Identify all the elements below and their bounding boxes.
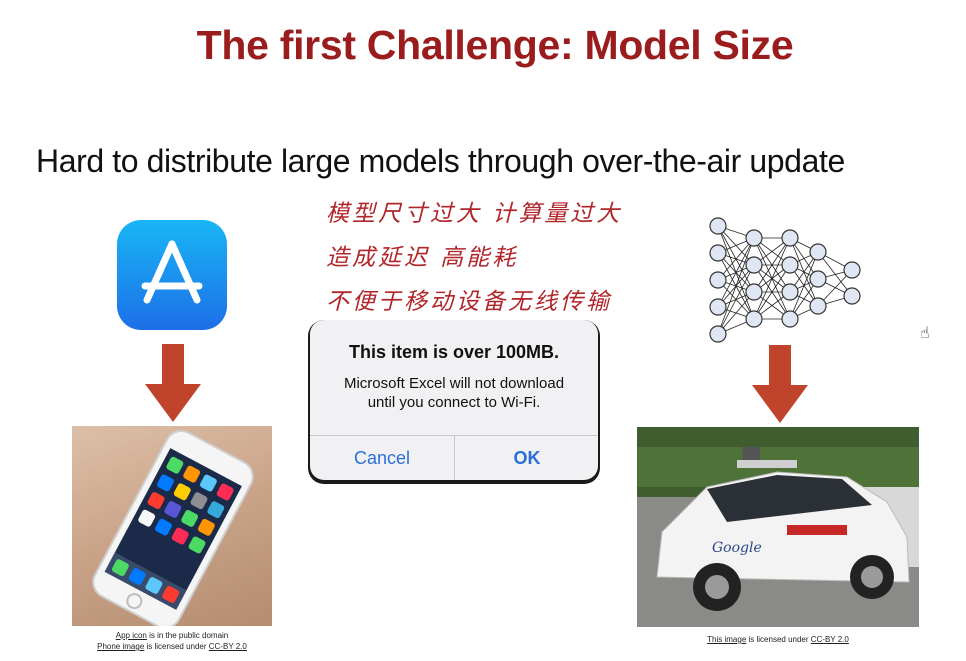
nn-node	[809, 297, 827, 315]
credit-text: is in the public domain	[146, 631, 229, 640]
down-arrow-right	[752, 345, 808, 423]
dialog-message-line-2: until you connect to Wi-Fi.	[367, 394, 541, 411]
hand-cursor-icon: ☝	[920, 325, 930, 342]
handwritten-line-1: 模型尺寸过大 计算量过大	[326, 201, 623, 227]
nn-node	[843, 287, 861, 305]
nn-node	[781, 283, 799, 301]
credit-text: is licensed under	[746, 635, 811, 644]
credit-line-phone-image: Phone image is licensed under CC-BY 2.0	[72, 641, 272, 652]
nn-node	[709, 298, 727, 316]
nn-node	[745, 310, 763, 328]
license-link[interactable]: CC-BY 2.0	[209, 642, 247, 651]
nn-node	[709, 271, 727, 289]
self-driving-car-image: Google	[637, 427, 919, 627]
credit-line-app-icon: App icon is in the public domain	[72, 630, 272, 641]
nn-node	[809, 243, 827, 261]
app-store-icon	[117, 220, 227, 330]
left-image-credits: App icon is in the public domain Phone i…	[72, 630, 272, 652]
slide-subtitle: Hard to distribute large models through …	[36, 143, 845, 179]
car-google-logo: Google	[712, 540, 762, 556]
handwritten-line-3: 不便于移动设备无线传输	[326, 289, 612, 315]
credit-text: is licensed under	[144, 642, 209, 651]
dialog-title: This item is over 100MB.	[348, 342, 560, 362]
phone-image	[72, 426, 272, 626]
handwritten-annotation: 模型尺寸过大 计算量过大 造成延迟 高能耗 不便于移动设备无线传输	[326, 192, 622, 324]
down-arrow-left	[145, 344, 201, 422]
nn-node	[809, 270, 827, 288]
nn-node	[781, 310, 799, 328]
nn-node	[745, 283, 763, 301]
dialog-message: Microsoft Excel will not download until …	[310, 374, 598, 412]
nn-node	[781, 256, 799, 274]
ok-button[interactable]: OK	[455, 436, 598, 480]
car-image-link[interactable]: This image	[707, 635, 746, 644]
license-link[interactable]: CC-BY 2.0	[811, 635, 849, 644]
slide-title: The first Challenge: Model Size	[196, 22, 794, 68]
nn-node	[781, 229, 799, 247]
nn-node	[709, 325, 727, 343]
nn-node	[745, 256, 763, 274]
nn-node	[709, 217, 727, 235]
cancel-button[interactable]: Cancel	[310, 436, 454, 480]
nn-node	[745, 229, 763, 247]
handwritten-line-2: 造成延迟 高能耗	[326, 245, 519, 271]
right-image-credits: This image is licensed under CC-BY 2.0	[637, 635, 919, 644]
nn-node	[843, 261, 861, 279]
dialog-message-line-1: Microsoft Excel will not download	[343, 375, 565, 392]
phone-image-link[interactable]: Phone image	[97, 642, 144, 651]
neural-network-icon	[709, 217, 861, 343]
download-warning-dialog: This item is over 100MB. Microsoft Excel…	[310, 320, 598, 480]
nn-node	[709, 244, 727, 262]
app-icon-link[interactable]: App icon	[116, 631, 147, 640]
